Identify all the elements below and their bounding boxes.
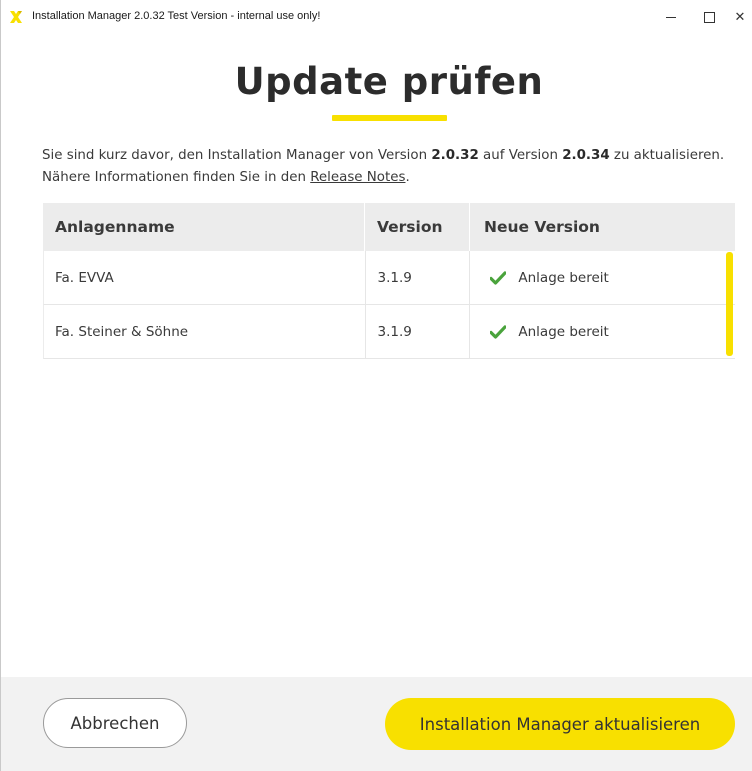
minimize-icon <box>666 16 676 18</box>
app-logo-icon <box>10 11 22 23</box>
description: Sie sind kurz davor, den Installation Ma… <box>42 145 752 189</box>
window-title: Installation Manager 2.0.32 Test Version… <box>32 10 321 22</box>
close-icon: ✕ <box>734 9 746 25</box>
page-title: Update prüfen <box>234 60 544 103</box>
check-icon <box>490 324 507 339</box>
status-text: Anlage bereit <box>518 269 609 286</box>
facility-name: Fa. EVVA <box>44 251 366 304</box>
footer-bar: Abbrechen Installation Manager aktualisi… <box>1 677 752 771</box>
target-version: 2.0.34 <box>562 148 610 163</box>
table-header: Anlagenname Version Neue Version <box>43 203 735 251</box>
table-scrollbar[interactable] <box>726 252 733 356</box>
column-header-name[interactable]: Anlagenname <box>43 203 365 251</box>
status-text: Anlage bereit <box>518 323 609 340</box>
app-window: Installation Manager 2.0.32 Test Version… <box>0 0 752 771</box>
description-text: auf Version <box>478 148 563 163</box>
table-row[interactable]: Fa. Steiner & Söhne 3.1.9 Anlage bereit <box>43 305 735 359</box>
facility-status: Anlage bereit <box>470 251 735 304</box>
facilities-table: Anlagenname Version Neue Version Fa. EVV… <box>43 203 735 359</box>
description-text: Sie sind kurz davor, den Installation Ma… <box>42 148 432 163</box>
title-underline <box>332 115 447 121</box>
facility-name: Fa. Steiner & Söhne <box>44 305 366 358</box>
maximize-button[interactable] <box>689 0 729 34</box>
table-row[interactable]: Fa. EVVA 3.1.9 Anlage bereit <box>43 251 735 305</box>
facility-version: 3.1.9 <box>366 251 471 304</box>
description-text: . <box>405 170 410 185</box>
close-button[interactable]: ✕ <box>727 0 752 34</box>
facility-version: 3.1.9 <box>366 305 471 358</box>
cancel-button[interactable]: Abbrechen <box>43 698 187 748</box>
minimize-button[interactable] <box>651 0 691 34</box>
title-bar[interactable]: Installation Manager 2.0.32 Test Version… <box>1 0 752 34</box>
description-text: zu aktualisieren. <box>609 148 725 163</box>
column-header-version[interactable]: Version <box>365 203 470 251</box>
maximize-icon <box>703 11 715 23</box>
description-text: Nähere Informationen finden Sie in den <box>42 170 311 185</box>
column-header-new-version[interactable]: Neue Version <box>470 203 735 251</box>
facility-status: Anlage bereit <box>470 305 735 358</box>
check-icon <box>490 270 507 285</box>
current-version: 2.0.32 <box>431 148 479 163</box>
release-notes-link[interactable]: Release Notes <box>310 170 405 185</box>
update-button[interactable]: Installation Manager aktualisieren <box>385 698 735 750</box>
